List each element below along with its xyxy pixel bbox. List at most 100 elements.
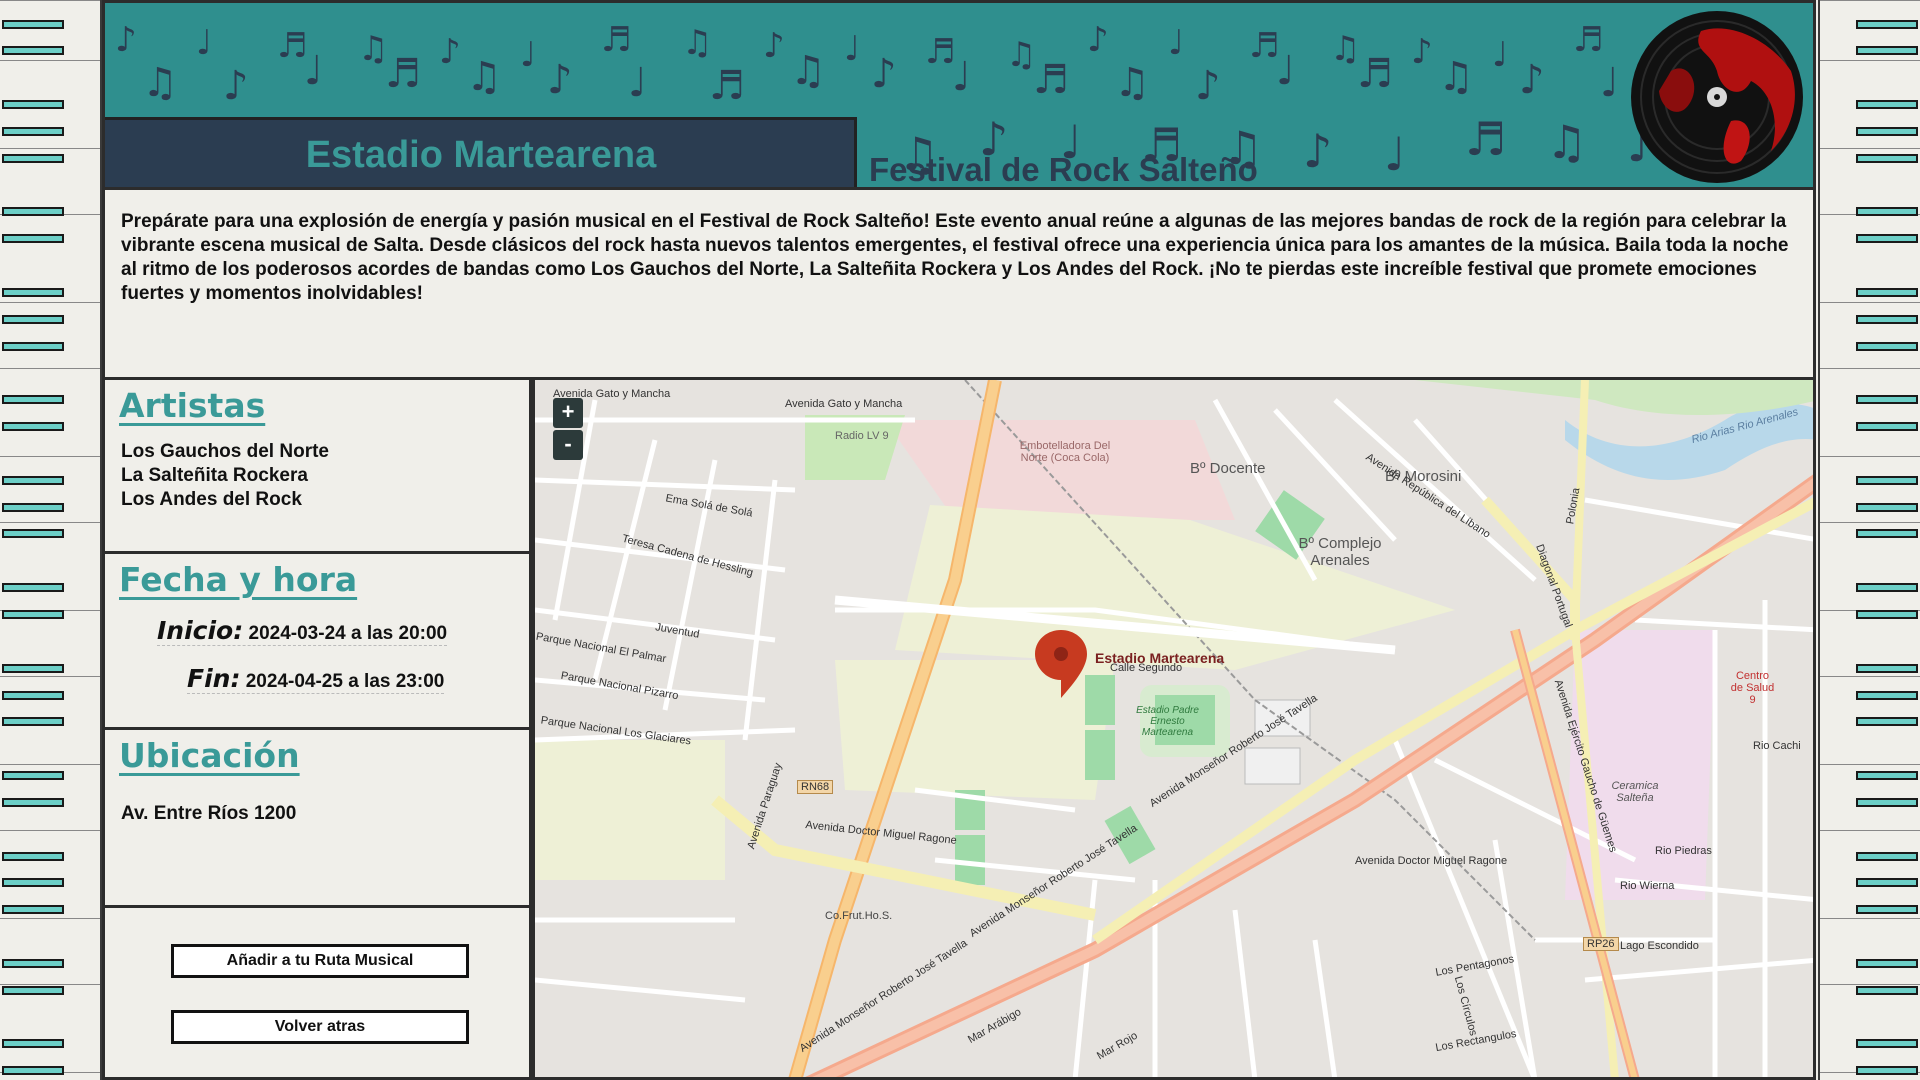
piano-key xyxy=(1856,234,1918,244)
piano-key xyxy=(2,663,64,673)
piano-key xyxy=(2,341,64,351)
music-note-icon: ♩ xyxy=(952,54,971,100)
piano-key xyxy=(1856,985,1918,995)
venue-title: Estadio Martearena xyxy=(305,134,657,176)
music-note-icon: ♩ xyxy=(1276,48,1295,94)
map-label: Bº Docente xyxy=(1190,460,1266,477)
music-note-icon: ♫ xyxy=(682,23,712,63)
location-heading: Ubicación xyxy=(119,736,300,775)
location-panel: Ubicación Av. Entre Ríos 1200 xyxy=(102,730,532,908)
music-note-icon: ♫ xyxy=(1114,60,1150,106)
music-note-icon: ♩ xyxy=(628,60,647,106)
back-button[interactable]: Volver atras xyxy=(171,1010,469,1044)
piano-key xyxy=(2,958,64,968)
piano-key xyxy=(1856,1039,1918,1049)
music-note-icon: ♪ xyxy=(1303,124,1332,178)
music-note-icon: ♩ xyxy=(844,29,860,69)
piano-key xyxy=(1856,610,1918,619)
music-note-icon: ♫ xyxy=(142,60,178,106)
piano-key xyxy=(2,314,64,324)
piano-key xyxy=(2,19,64,29)
music-note-icon: ♪ xyxy=(1087,20,1109,60)
map-label: Rio Piedras xyxy=(1655,845,1712,857)
map-label: Avenida Gato y Mancha xyxy=(785,398,903,410)
music-note-icon: ♬ xyxy=(385,51,421,97)
map-label: Radio LV 9 xyxy=(835,430,889,442)
location-address: Av. Entre Ríos 1200 xyxy=(121,803,297,824)
zoom-in-button[interactable]: + xyxy=(553,398,583,428)
piano-key xyxy=(1856,314,1918,324)
artist-item: Los Gauchos del Norte xyxy=(121,441,329,462)
piano-key xyxy=(2,475,64,485)
music-note-icon: ♬ xyxy=(1465,112,1506,166)
music-note-icon: ♬ xyxy=(1357,51,1393,97)
music-note-icon: ♬ xyxy=(925,32,955,72)
end-label: Fin: xyxy=(187,664,241,693)
piano-key xyxy=(2,797,64,807)
map-label: Centro de Salud 9 xyxy=(1730,670,1775,706)
piano-key xyxy=(2,422,64,432)
music-note-icon: ♬ xyxy=(1033,57,1069,103)
map-label: Lago Escondido xyxy=(1620,940,1699,952)
piano-key xyxy=(2,905,64,915)
piano-key xyxy=(1856,287,1918,297)
music-note-icon: ♪ xyxy=(547,57,573,103)
piano-key xyxy=(2,100,64,110)
piano-key xyxy=(2,46,64,56)
music-note-icon: ♩ xyxy=(520,35,536,75)
zoom-out-button[interactable]: - xyxy=(553,430,583,460)
piano-key xyxy=(1856,797,1918,807)
music-note-icon: ♩ xyxy=(1168,23,1184,63)
music-note-icon: ♪ xyxy=(223,63,249,109)
music-note-icon: ♫ xyxy=(466,54,502,100)
artists-panel: Artistas Los Gauchos del Norte La Salteñ… xyxy=(102,380,532,554)
music-note-icon: ♩ xyxy=(196,23,212,63)
piano-key xyxy=(2,126,64,136)
map-label: Bº Complejo Arenales xyxy=(1298,535,1382,569)
festival-title: Festival de Rock Salteño xyxy=(869,151,1258,188)
piano-strip-left xyxy=(0,0,102,1080)
start-datetime: Inicio: 2024-03-24 a las 20:00 xyxy=(157,616,448,646)
music-note-icon: ♫ xyxy=(1006,35,1036,75)
piano-key xyxy=(2,395,64,405)
music-note-icon: ♪ xyxy=(1411,32,1433,72)
piano-key xyxy=(2,234,64,244)
map-label: Avenida Gato y Mancha xyxy=(553,388,671,400)
piano-key xyxy=(2,1039,64,1049)
datetime-panel: Fecha y hora Inicio: 2024-03-24 a las 20… xyxy=(102,554,532,730)
map-label: Rio Wierna xyxy=(1620,880,1675,892)
map-label: Rio Cachi xyxy=(1753,740,1801,752)
vinyl-globe-logo xyxy=(1631,11,1803,183)
piano-key xyxy=(1856,475,1918,485)
piano-key xyxy=(2,287,64,297)
music-note-icon: ♩ xyxy=(304,48,323,94)
piano-key xyxy=(1856,341,1918,351)
music-note-icon: ♪ xyxy=(871,51,897,97)
piano-key xyxy=(2,207,64,217)
map-label: Avenida Doctor Miguel Ragone xyxy=(1355,855,1508,867)
main-content: ♪ ♫ ♩ ♪ ♬ ♩ ♫ ♬ ♪ ♫ ♩ ♪ ♬ ♩ ♫ ♬ ♪ ♫ ♩ ♪ ♫ ♬ ♩ ♪ ♫ ♬ ♩ ♪ ♫ ♬ ♩ ♪ ♫ ♬ ♩ ♪ ♫ ♬ ♩ ♪… xyxy=(102,0,1816,1080)
actions-panel: Añadir a tu Ruta Musical Volver atras xyxy=(102,908,532,1080)
description-panel: Prepárate para una explosión de energía … xyxy=(102,190,1816,380)
start-label: Inicio: xyxy=(157,616,244,645)
map-label: Co.Frut.Ho.S. xyxy=(825,910,893,922)
piano-key xyxy=(1856,851,1918,861)
datetime-heading: Fecha y hora xyxy=(119,560,358,599)
piano-key xyxy=(1856,126,1918,136)
music-note-icon: ♫ xyxy=(790,48,826,94)
piano-key xyxy=(1856,422,1918,432)
end-value: 2024-04-25 a las 23:00 xyxy=(245,671,445,692)
piano-key xyxy=(2,583,64,593)
piano-key xyxy=(2,153,64,163)
piano-key xyxy=(1856,1066,1918,1076)
add-to-route-button[interactable]: Añadir a tu Ruta Musical xyxy=(171,944,469,978)
piano-key xyxy=(2,851,64,861)
piano-key xyxy=(2,610,64,619)
music-note-icon: ♪ xyxy=(439,32,461,72)
map-label: Embotelladora Del Norte (Coca Cola) xyxy=(1019,440,1111,464)
map-view[interactable]: + - Avenida Gato y Mancha Avenida Gato y… xyxy=(532,380,1816,1080)
music-note-icon: ♪ xyxy=(1519,57,1545,103)
music-note-icon: ♬ xyxy=(1249,26,1279,66)
piano-key xyxy=(1856,100,1918,110)
music-note-icon: ♩ xyxy=(1384,127,1406,181)
